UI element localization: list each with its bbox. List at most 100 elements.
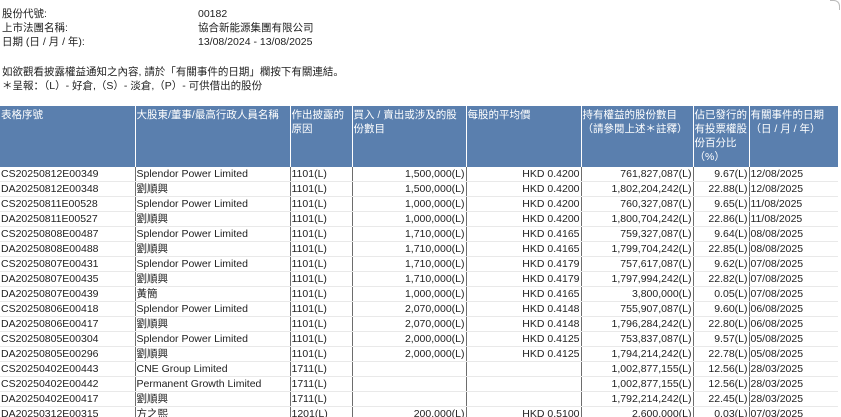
cell-form-serial[interactable]: CS20250806E00418 <box>0 301 136 317</box>
cell-shares-held: 760,327,087(L) <box>581 196 694 212</box>
cell-event-date[interactable]: 11/08/2025 <box>749 211 838 227</box>
table-row: DA20250812E00348 劉順興 1101(L) 1,500,000(L) HK… <box>0 181 838 197</box>
cell-event-date[interactable]: 07/08/2025 <box>749 256 838 272</box>
cell-average-price: HKD 0.4179 <box>466 256 582 272</box>
cell-event-date[interactable]: 28/03/2025 <box>749 376 838 392</box>
cell-shares-involved <box>352 361 467 377</box>
cell-reason: 1101(L) <box>290 316 353 332</box>
cell-form-serial[interactable]: CS20250402E00442 <box>0 376 136 392</box>
cell-form-serial[interactable]: DA20250805E00296 <box>0 346 136 362</box>
company-row: 上市法團名稱: 協合新能源集團有限公司 <box>2 21 314 35</box>
cell-form-serial[interactable]: CS20250402E00443 <box>0 361 136 377</box>
cell-form-serial[interactable]: DA20250402E00417 <box>0 391 136 407</box>
cell-average-price: HKD 0.4200 <box>466 181 582 197</box>
header-form-serial[interactable]: 表格序號 <box>0 106 136 167</box>
cell-average-price: HKD 0.4200 <box>466 211 582 227</box>
cell-reason: 1101(L) <box>290 271 353 287</box>
cell-form-serial[interactable]: CS20250807E00431 <box>0 256 136 272</box>
cell-form-serial[interactable]: DA20250807E00435 <box>0 271 136 287</box>
cell-event-date[interactable]: 08/08/2025 <box>749 226 838 242</box>
cell-form-serial[interactable]: DA20250812E00348 <box>0 181 136 197</box>
company-label: 上市法團名稱: <box>2 22 68 34</box>
cell-reason: 1101(L) <box>290 301 353 317</box>
cell-form-serial[interactable]: DA20250808E00488 <box>0 241 136 257</box>
cell-form-serial[interactable]: DA20250312E00315 <box>0 406 136 417</box>
cell-percentage: 22.85(L) <box>693 241 750 257</box>
cell-shares-held: 2,600,000(L) <box>581 406 694 417</box>
cell-average-price: HKD 0.4148 <box>466 316 582 332</box>
cell-holder-name: Splendor Power Limited <box>135 226 291 242</box>
cell-average-price: HKD 0.4165 <box>466 226 582 242</box>
cell-percentage: 9.57(L) <box>693 331 750 347</box>
cell-event-date[interactable]: 28/03/2025 <box>749 391 838 407</box>
header-reason[interactable]: 作出披露的原因 <box>290 106 353 167</box>
table-row: CS20250812E00349 Splendor Power Limited 11… <box>0 167 838 182</box>
cell-percentage: 0.03(L) <box>693 406 750 417</box>
cell-event-date[interactable]: 05/08/2025 <box>749 331 838 347</box>
header-percentage[interactable]: 佔已發行的有投票權股份百分比（%） <box>693 106 750 167</box>
stock-code-label: 股份代號: <box>2 8 47 20</box>
cell-shares-involved: 1,000,000(L) <box>352 196 467 212</box>
table-header-row: 表格序號 大股東/董事/最高行政人員名稱 作出披露的原因 買入 / 賣出或涉及的… <box>0 106 838 167</box>
cell-percentage: 22.45(L) <box>693 391 750 407</box>
cell-event-date[interactable]: 07/03/2025 <box>749 406 838 417</box>
cell-holder-name: 黃簡 <box>135 286 291 302</box>
cell-shares-held: 1,797,994,242(L) <box>581 271 694 287</box>
cell-shares-involved <box>352 376 467 392</box>
cell-shares-involved: 2,070,000(L) <box>352 301 467 317</box>
cell-event-date[interactable]: 06/08/2025 <box>749 316 838 332</box>
disclosure-table: 表格序號 大股東/董事/最高行政人員名稱 作出披露的原因 買入 / 賣出或涉及的… <box>0 106 838 417</box>
cell-average-price <box>466 361 582 377</box>
cell-form-serial[interactable]: DA20250811E00527 <box>0 211 136 227</box>
cell-percentage: 22.80(L) <box>693 316 750 332</box>
cell-average-price: HKD 0.4165 <box>466 241 582 257</box>
cell-average-price: HKD 0.4165 <box>466 286 582 302</box>
table-row: CS20250402E00443 CNE Group Limited 1711(L)… <box>0 361 838 377</box>
header-holder-name[interactable]: 大股東/董事/最高行政人員名稱 <box>135 106 291 167</box>
cell-reason: 1101(L) <box>290 256 353 272</box>
cell-shares-held: 1,792,214,242(L) <box>581 391 694 407</box>
cell-event-date[interactable]: 05/08/2025 <box>749 346 838 362</box>
cell-shares-held: 1,802,204,242(L) <box>581 181 694 197</box>
cell-event-date[interactable]: 28/03/2025 <box>749 361 838 377</box>
cell-average-price <box>466 376 582 392</box>
cell-event-date[interactable]: 07/08/2025 <box>749 286 838 302</box>
cell-shares-involved: 1,000,000(L) <box>352 286 467 302</box>
cell-event-date[interactable]: 11/08/2025 <box>749 196 838 212</box>
cell-holder-name: 劉順興 <box>135 391 291 407</box>
cell-percentage: 9.64(L) <box>693 226 750 242</box>
header-shares-involved[interactable]: 買入 / 賣出或涉及的股份數目 <box>352 106 467 167</box>
cell-reason: 1101(L) <box>290 181 353 197</box>
cell-average-price: HKD 0.4179 <box>466 271 582 287</box>
cell-form-serial[interactable]: DA20250807E00439 <box>0 286 136 302</box>
cell-percentage: 0.05(L) <box>693 286 750 302</box>
company-value: 協合新能源集團有限公司 <box>198 22 314 34</box>
cell-event-date[interactable]: 06/08/2025 <box>749 301 838 317</box>
cell-reason: 1101(L) <box>290 286 353 302</box>
cell-holder-name: Splendor Power Limited <box>135 301 291 317</box>
cell-form-serial[interactable]: DA20250806E00417 <box>0 316 136 332</box>
cell-event-date[interactable]: 08/08/2025 <box>749 241 838 257</box>
cell-average-price: HKD 0.4200 <box>466 196 582 212</box>
table-row: DA20250312E00315 方之熙 1201(L) 200,000(L) HKD … <box>0 406 838 417</box>
cell-event-date[interactable]: 07/08/2025 <box>749 271 838 287</box>
header-average-price[interactable]: 每股的平均價 <box>466 106 582 167</box>
cell-shares-involved: 2,000,000(L) <box>352 346 467 362</box>
cell-form-serial[interactable]: CS20250811E00528 <box>0 196 136 212</box>
table-row: DA20250806E00417 劉順興 1101(L) 2,070,000(L) HK… <box>0 316 838 332</box>
cell-reason: 1101(L) <box>290 196 353 212</box>
cell-average-price: HKD 0.4125 <box>466 346 582 362</box>
cell-event-date[interactable]: 12/08/2025 <box>749 181 838 197</box>
header-event-date[interactable]: 有關事件的日期（日 / 月 / 年） <box>749 106 838 167</box>
cell-shares-involved: 1,710,000(L) <box>352 271 467 287</box>
stock-code-row: 股份代號: 00182 <box>2 7 314 21</box>
cell-holder-name: 方之熙 <box>135 406 291 417</box>
cell-form-serial[interactable]: CS20250812E00349 <box>0 167 136 182</box>
cell-event-date[interactable]: 12/08/2025 <box>749 167 838 182</box>
cell-form-serial[interactable]: CS20250805E00304 <box>0 331 136 347</box>
cell-shares-held: 759,327,087(L) <box>581 226 694 242</box>
date-row: 日期 (日 / 月 / 年): 13/08/2024 - 13/08/2025 <box>2 35 314 49</box>
cell-shares-held: 3,800,000(L) <box>581 286 694 302</box>
cell-form-serial[interactable]: CS20250808E00487 <box>0 226 136 242</box>
header-shares-held[interactable]: 持有權益的股份數目（請參閱上述＊註釋） <box>581 106 694 167</box>
